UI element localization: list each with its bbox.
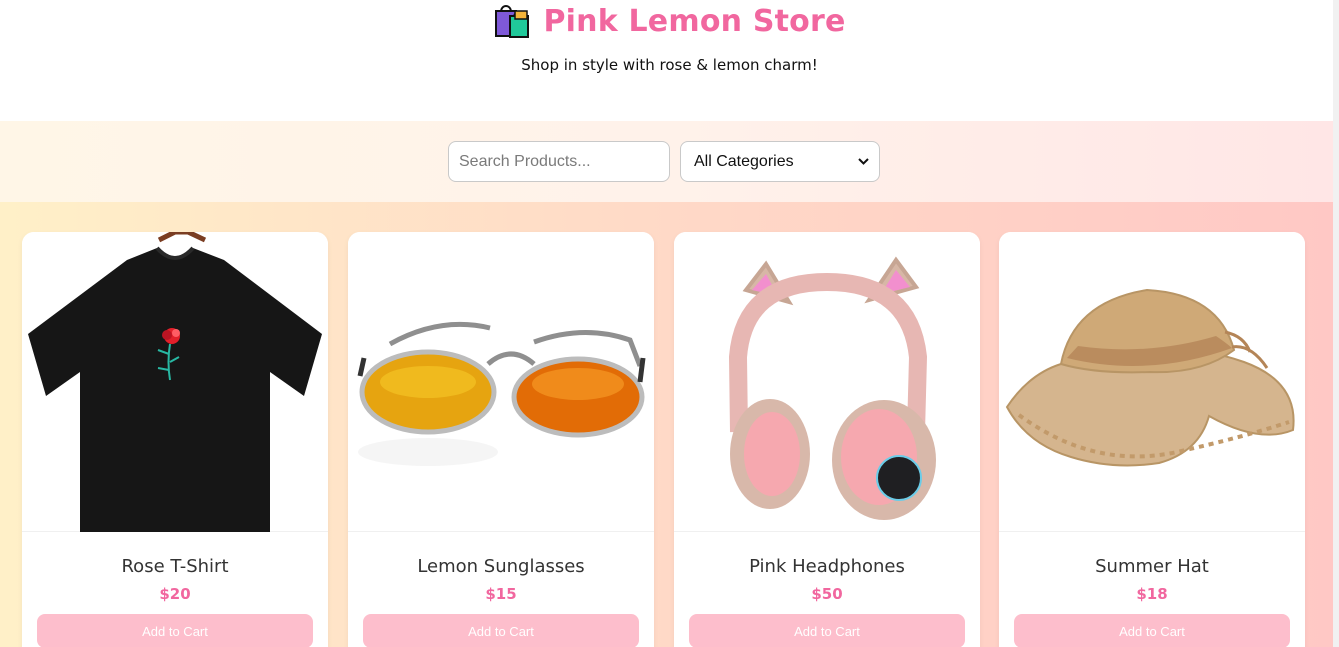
add-to-cart-button[interactable]: Add to Cart [1014, 614, 1290, 647]
product-image[interactable] [22, 232, 328, 532]
add-to-cart-button[interactable]: Add to Cart [363, 614, 639, 647]
page-scrollbar[interactable] [1333, 0, 1339, 647]
product-name: Pink Headphones [749, 556, 905, 577]
product-card[interactable]: Summer Hat $18 Add to Cart [999, 232, 1305, 647]
product-price: $50 [811, 585, 843, 603]
product-name: Lemon Sunglasses [417, 556, 585, 577]
title-row: Pink Lemon Store [0, 0, 1339, 42]
page-header: Pink Lemon Store Shop in style with rose… [0, 0, 1339, 121]
product-price: $15 [485, 585, 517, 603]
shopping-bags-icon [495, 5, 530, 38]
product-name: Summer Hat [1095, 556, 1209, 577]
product-grid: Rose T-Shirt $20 Add to Cart Lemon Sungl… [0, 202, 1339, 647]
store-title: Pink Lemon Store [543, 3, 846, 39]
category-selected-value: All Categories [694, 152, 794, 170]
aviator-sunglasses-image [357, 321, 646, 466]
product-image[interactable] [999, 232, 1305, 532]
product-card[interactable]: Pink Headphones $50 Add to Cart [674, 232, 980, 647]
chevron-down-icon [858, 158, 869, 165]
category-select[interactable]: All Categories [680, 141, 880, 182]
product-image[interactable] [674, 232, 980, 532]
filter-bar: All Categories [0, 121, 1339, 202]
product-card[interactable]: Lemon Sunglasses $15 Add to Cart [348, 232, 654, 647]
search-input[interactable] [448, 141, 670, 182]
product-image[interactable] [348, 232, 654, 532]
cat-ear-headphones-image [728, 256, 936, 520]
product-price: $18 [1136, 585, 1168, 603]
add-to-cart-button[interactable]: Add to Cart [37, 614, 313, 647]
add-to-cart-button[interactable]: Add to Cart [689, 614, 965, 647]
product-card[interactable]: Rose T-Shirt $20 Add to Cart [22, 232, 328, 647]
product-price: $20 [159, 585, 191, 603]
straw-sun-hat-image [1005, 288, 1295, 466]
store-tagline: Shop in style with rose & lemon charm! [521, 56, 818, 74]
black-rose-t-shirt-image [28, 232, 322, 532]
product-name: Rose T-Shirt [121, 556, 229, 577]
